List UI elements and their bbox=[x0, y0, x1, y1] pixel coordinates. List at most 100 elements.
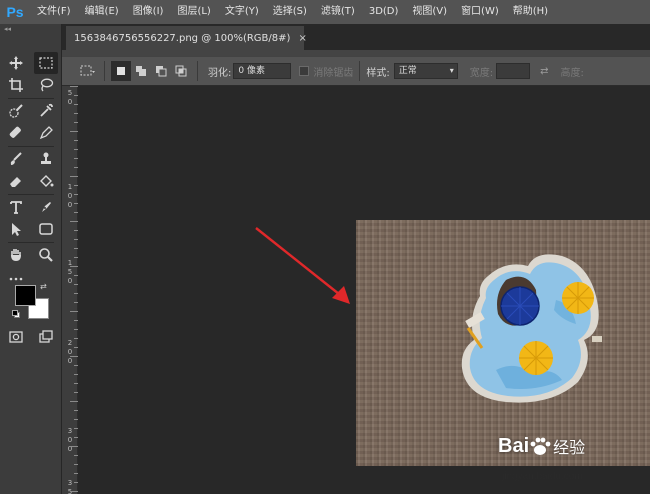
vertical-ruler: 50100150200300350 bbox=[62, 86, 78, 494]
ruler-digit: 0 bbox=[67, 445, 73, 453]
swap-dimensions-icon[interactable]: ⇄ bbox=[540, 66, 548, 77]
brush-tool-icon[interactable] bbox=[4, 148, 28, 170]
menu-filter[interactable]: 滤镜(T) bbox=[314, 0, 362, 24]
annotation-arrow bbox=[255, 227, 350, 304]
ruler-tick bbox=[74, 203, 78, 204]
ruler-tick bbox=[74, 347, 78, 348]
ruler-digit: 0 bbox=[67, 357, 73, 365]
ruler-tick bbox=[74, 248, 78, 249]
width-label: 宽度: bbox=[469, 67, 494, 79]
subtract-selection-icon[interactable] bbox=[151, 61, 171, 81]
ruler-tick bbox=[74, 419, 78, 420]
watermark-brand2: 经验 bbox=[553, 438, 586, 457]
menu-select[interactable]: 选择(S) bbox=[266, 0, 314, 24]
ruler-tick bbox=[74, 275, 78, 276]
width-input[interactable] bbox=[496, 63, 531, 79]
antialias-label: 消除锯齿 bbox=[313, 67, 354, 79]
watermark-url: jingyan.baidu.com bbox=[502, 471, 583, 482]
panel-collapse-icon[interactable]: ◂◂ bbox=[0, 24, 61, 34]
ruler-tick bbox=[74, 302, 78, 303]
ruler-tick bbox=[74, 149, 78, 150]
eyedropper-icon[interactable] bbox=[34, 100, 58, 122]
paint-bucket-icon[interactable] bbox=[34, 170, 58, 192]
ruler-tick bbox=[74, 185, 78, 186]
ruler-tick bbox=[70, 176, 78, 177]
ruler-tick bbox=[74, 239, 78, 240]
watermark-brand: Bai bbox=[498, 434, 530, 457]
ruler-tick bbox=[74, 482, 78, 483]
ruler-tick bbox=[74, 257, 78, 258]
eraser-tool-icon[interactable] bbox=[4, 170, 28, 192]
tools-panel: ◂◂ ⇄ bbox=[0, 24, 62, 494]
ruler-tick bbox=[74, 455, 78, 456]
freeform-pen-icon[interactable] bbox=[34, 196, 58, 218]
ruler-digit: 3 bbox=[67, 427, 73, 435]
hand-tool-icon[interactable] bbox=[4, 244, 28, 266]
document-title: 1563846756556227.png @ 100%(RGB/8#) bbox=[74, 32, 291, 44]
ruler-tick bbox=[70, 446, 78, 447]
menu-window[interactable]: 窗口(W) bbox=[454, 0, 506, 24]
menu-image[interactable]: 图像(I) bbox=[126, 0, 171, 24]
style-label: 样式: bbox=[366, 67, 390, 79]
pool-image-illustration bbox=[461, 254, 602, 403]
ruler-tick bbox=[74, 383, 78, 384]
ruler-tick bbox=[74, 194, 78, 195]
ruler-tick bbox=[70, 311, 78, 312]
paw-icon bbox=[529, 436, 551, 456]
feather-label: 羽化: bbox=[208, 67, 232, 79]
photoshop-logo: Ps bbox=[6, 4, 24, 20]
ruler-tick bbox=[74, 392, 78, 393]
ruler-tick bbox=[74, 140, 78, 141]
style-select[interactable]: 正常 ▾ bbox=[393, 63, 458, 79]
ruler-tick bbox=[74, 473, 78, 474]
crop-tool-icon[interactable] bbox=[4, 74, 28, 96]
menu-type[interactable]: 文字(Y) bbox=[218, 0, 266, 24]
ruler-tick bbox=[70, 266, 78, 267]
ruler-digit: 0 bbox=[67, 436, 73, 444]
ruler-tick bbox=[74, 158, 78, 159]
foreground-color-swatch[interactable] bbox=[15, 285, 36, 306]
quick-mask-icon[interactable] bbox=[4, 326, 28, 348]
menu-layer[interactable]: 图层(L) bbox=[170, 0, 217, 24]
clone-stamp-icon[interactable] bbox=[34, 148, 58, 170]
style-select-value: 正常 bbox=[398, 66, 417, 76]
add-selection-icon[interactable] bbox=[131, 61, 151, 81]
pen-tool-icon[interactable] bbox=[34, 122, 58, 144]
swap-colors-icon[interactable]: ⇄ bbox=[40, 282, 47, 291]
type-tool-icon[interactable] bbox=[4, 196, 28, 218]
menu-help[interactable]: 帮助(H) bbox=[506, 0, 555, 24]
options-bar: 羽化: 0 像素 消除锯齿 样式: 正常 ▾ 宽度: ⇄ 高度: bbox=[62, 56, 650, 86]
rectangular-marquee-icon[interactable] bbox=[34, 52, 58, 74]
healing-brush-icon[interactable] bbox=[4, 122, 28, 144]
ruler-tick bbox=[74, 95, 78, 96]
rectangle-tool-icon[interactable] bbox=[34, 218, 58, 240]
menu-edit[interactable]: 编辑(E) bbox=[78, 0, 126, 24]
move-tool-icon[interactable] bbox=[4, 52, 28, 74]
feather-input[interactable]: 0 像素 bbox=[233, 63, 292, 79]
baidu-watermark: Bai 经验 bbox=[498, 434, 585, 458]
ruler-tick bbox=[74, 464, 78, 465]
ruler-tick bbox=[74, 284, 78, 285]
ruler-tick bbox=[74, 410, 78, 411]
ruler-tick bbox=[74, 374, 78, 375]
height-label: 高度: bbox=[560, 67, 584, 79]
quick-select-icon[interactable] bbox=[4, 100, 28, 122]
new-selection-icon[interactable] bbox=[111, 61, 131, 81]
menu-file[interactable]: 文件(F) bbox=[30, 0, 78, 24]
close-tab-icon[interactable]: × bbox=[298, 33, 306, 44]
tool-preset-icon[interactable] bbox=[78, 61, 98, 81]
intersect-selection-icon[interactable] bbox=[171, 61, 191, 81]
default-colors-icon[interactable] bbox=[12, 310, 20, 318]
lasso-tool-icon[interactable] bbox=[34, 74, 58, 96]
document-tab[interactable]: 1563846756556227.png @ 100%(RGB/8#) × bbox=[66, 26, 307, 50]
screen-mode-icon[interactable] bbox=[34, 326, 58, 348]
path-select-icon[interactable] bbox=[4, 218, 28, 240]
antialias-checkbox[interactable] bbox=[299, 66, 310, 76]
ruler-tick bbox=[74, 113, 78, 114]
zoom-tool-icon[interactable] bbox=[34, 244, 58, 266]
menu-view[interactable]: 视图(V) bbox=[405, 0, 454, 24]
ruler-digit: 0 bbox=[67, 348, 73, 356]
menu-3d[interactable]: 3D(D) bbox=[362, 0, 406, 24]
document-image[interactable] bbox=[356, 220, 650, 466]
ruler-tick bbox=[74, 104, 78, 105]
